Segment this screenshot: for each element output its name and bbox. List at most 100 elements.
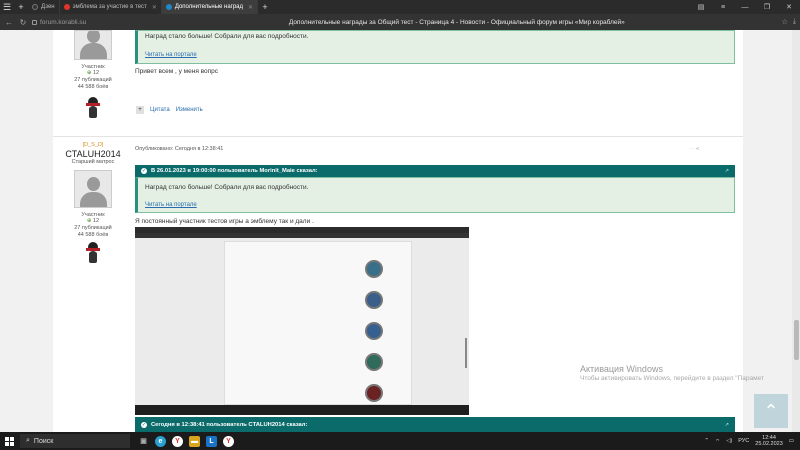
avatar[interactable] [74, 30, 112, 60]
post3-quote-header: ✓ Сегодня в 12:38:41 пользователь CTALUH… [135, 417, 735, 432]
reward-medal-icon [365, 384, 383, 402]
scrollbar-thumb[interactable] [794, 320, 799, 360]
tab-search[interactable]: эмблема за участие в тест ✕ [60, 0, 162, 14]
tab-label: эмблема за участие в тест [72, 4, 147, 10]
page-viewport: Участник ⊕ 12 27 публикаций 44 588 боёв … [0, 30, 800, 432]
network-icon[interactable]: ⌔ [715, 438, 720, 445]
quote-text: Наград стало больше! Собрали для вас под… [145, 33, 309, 40]
download-icon[interactable]: ⤓ [793, 18, 796, 26]
clock[interactable]: 12:44 25.02.2023 [755, 435, 783, 447]
system-tray: ⌃ ⌔ ◁) РУС 12:44 25.02.2023 ▭ [704, 435, 800, 447]
read-on-portal-link[interactable]: Читать на портале [145, 202, 197, 208]
embedded-scrollbar [465, 338, 467, 368]
reward-medal-icon [365, 322, 383, 340]
windows-start-icon[interactable] [0, 432, 18, 450]
post2-author: [D_S_D] CTALUH2014 Старший матрос Участн… [55, 142, 131, 264]
reputation: ⊕ 12 [86, 218, 100, 224]
page-scrollbar[interactable] [792, 30, 800, 432]
post2-quote-header: ✓ В 26.01.2023 в 19:00:00 пользователь M… [135, 165, 735, 177]
refresh-icon[interactable]: ↻ [18, 18, 28, 27]
post-date: Опубликовано: Сегодня в 12:38:41 [135, 146, 224, 152]
clock-date: 25.02.2023 [755, 441, 783, 447]
new-tab-button[interactable]: + [14, 0, 28, 14]
embedded-taskbar [135, 405, 469, 415]
author-name[interactable]: CTALUH2014 [55, 149, 131, 159]
post-divider [53, 136, 743, 137]
quote-author-line: Сегодня в 12:38:41 пользователь CTALUH20… [151, 421, 308, 428]
close-tab-icon[interactable]: ✕ [248, 4, 253, 11]
tab-label: Дополнительные наград [174, 4, 244, 10]
yandex-browser-icon[interactable]: Y [172, 435, 183, 447]
yandex-favicon-icon [63, 4, 70, 10]
minimize-button[interactable]: — [734, 0, 756, 14]
post2-message: Я постоянный участник тестов игры а эмбл… [135, 218, 314, 225]
close-tab-icon[interactable]: ✕ [152, 4, 157, 11]
tray-arrow-icon[interactable]: ⌃ [704, 438, 709, 444]
quote-button[interactable]: Цитата [150, 107, 170, 113]
quote-check-icon: ✓ [141, 421, 147, 428]
taskbar-search[interactable]: ⌕ Поиск [20, 434, 130, 448]
back-arrow-icon[interactable]: ← [4, 18, 14, 27]
browser-menu-icon[interactable]: ☰ [0, 0, 14, 14]
activation-watermark-title: Активация Windows [580, 364, 663, 374]
bookmark-icon[interactable]: ☆ [782, 18, 788, 26]
reward-medal-icon [365, 291, 383, 309]
quote-check-icon: ✓ [141, 168, 147, 174]
pirate-badge-icon [86, 97, 100, 119]
address-bar: ← ↻ forum.korabli.su Дополнительные нагр… [0, 14, 800, 30]
embedded-page [135, 238, 469, 405]
reputation-icon: ⊕ [86, 70, 92, 76]
lock-icon [32, 19, 37, 25]
edge-icon[interactable]: e [155, 435, 166, 447]
notifications-icon[interactable]: ▭ [789, 438, 794, 444]
dzen-favicon-icon [32, 4, 38, 10]
attached-screenshot[interactable] [135, 227, 469, 415]
search-label: Поиск [33, 437, 54, 445]
avatar[interactable] [74, 170, 112, 208]
task-view-icon[interactable]: ▣ [138, 436, 149, 447]
tab-forum[interactable]: Дополнительные наград ✕ [161, 0, 259, 14]
yandex-browser-active-icon[interactable]: Y [223, 435, 234, 447]
quote-author-line: В 26.01.2023 в 19:00:00 пользователь Mor… [151, 168, 318, 174]
activation-watermark-subtitle: Чтобы активировать Windows, перейдите в … [580, 375, 764, 382]
post1-message: Привет всем , у меня вопрс [135, 68, 219, 75]
reward-medal-icon [365, 260, 383, 278]
lesta-game-icon[interactable]: L [206, 435, 217, 447]
url-field[interactable]: forum.korabli.su [32, 19, 132, 26]
clan-tag[interactable]: [D_S_D] [55, 142, 131, 149]
reputation: ⊕ 12 [86, 70, 100, 76]
tab-dzen[interactable]: Дзен [28, 0, 60, 14]
restore-button[interactable]: ❐ [756, 0, 778, 14]
close-window-button[interactable]: ✕ [778, 0, 800, 14]
quote-link-icon[interactable]: ↗ [725, 168, 729, 174]
search-icon: ⌕ [26, 437, 30, 444]
bookmarks-icon[interactable]: ▤ [690, 0, 712, 14]
page-title: Дополнительные награды за Общий тест - С… [288, 18, 625, 26]
post2-quote: Наград стало больше! Собрали для вас под… [135, 177, 735, 213]
pirate-badge-icon [86, 242, 100, 264]
menu-icon[interactable]: ≡ [712, 0, 734, 14]
battles-count: 44 588 боёв [77, 84, 109, 90]
scroll-to-top-button[interactable]: ⌃ [754, 394, 788, 428]
edit-button[interactable]: Изменить [176, 107, 203, 113]
quote-link-icon[interactable]: ↗ [725, 422, 729, 428]
read-on-portal-link[interactable]: Читать на портале [145, 52, 197, 58]
share-post-icon[interactable]: ⋯ ⋖ [689, 146, 700, 152]
volume-icon[interactable]: ◁) [726, 438, 732, 444]
multiquote-plus-button[interactable]: + [136, 106, 144, 114]
url-text: forum.korabli.su [40, 18, 87, 26]
browser-tab-bar: ☰ + Дзен эмблема за участие в тест ✕ Доп… [0, 0, 800, 14]
author-rank: Старший матрос [71, 159, 115, 165]
embedded-rewards-table [224, 241, 412, 405]
post1-quote: Наград стало больше! Собрали для вас под… [135, 30, 735, 64]
keyboard-language[interactable]: РУС [738, 438, 749, 444]
battles-count: 44 588 боёв [77, 232, 109, 238]
post1-author: Участник ⊕ 12 27 публикаций 44 588 боёв [55, 30, 131, 119]
publications-count: 27 публикаций [74, 77, 112, 83]
reputation-icon: ⊕ [86, 218, 92, 224]
add-tab-icon[interactable]: + [258, 0, 272, 14]
windows-taskbar: ⌕ Поиск ▣ e Y ▬ L Y ⌃ ⌔ ◁) РУС 12:44 25.… [0, 432, 800, 450]
publications-count: 27 публикаций [74, 225, 112, 231]
file-explorer-icon[interactable]: ▬ [189, 435, 200, 447]
quote-text: Наград стало больше! Собрали для вас под… [145, 184, 309, 191]
